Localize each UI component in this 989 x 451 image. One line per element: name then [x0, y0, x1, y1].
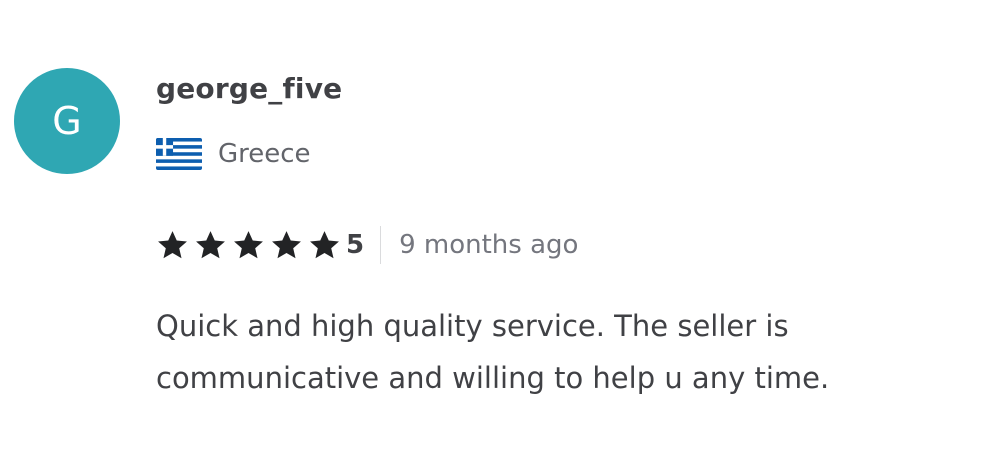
star-rating [156, 229, 346, 262]
greece-flag-icon [156, 138, 202, 170]
star-icon [158, 230, 187, 258]
reviewer-country: Greece [156, 136, 311, 172]
reviewer-username[interactable]: george_five [156, 69, 342, 109]
star-icon [272, 230, 301, 258]
star-icon [310, 230, 339, 258]
star-icon [234, 230, 263, 258]
review-card: G george_five Greece 5 9 months ago Quic… [0, 0, 989, 451]
divider [380, 226, 382, 264]
review-text: Quick and high quality service. The sell… [156, 309, 830, 395]
star-icon [196, 230, 225, 258]
rating-value: 5 [346, 230, 365, 260]
rating-row: 5 9 months ago [156, 224, 578, 266]
country-name: Greece [218, 139, 311, 169]
avatar[interactable]: G [14, 68, 120, 174]
avatar-initial: G [52, 99, 82, 143]
review-timestamp: 9 months ago [399, 230, 579, 260]
